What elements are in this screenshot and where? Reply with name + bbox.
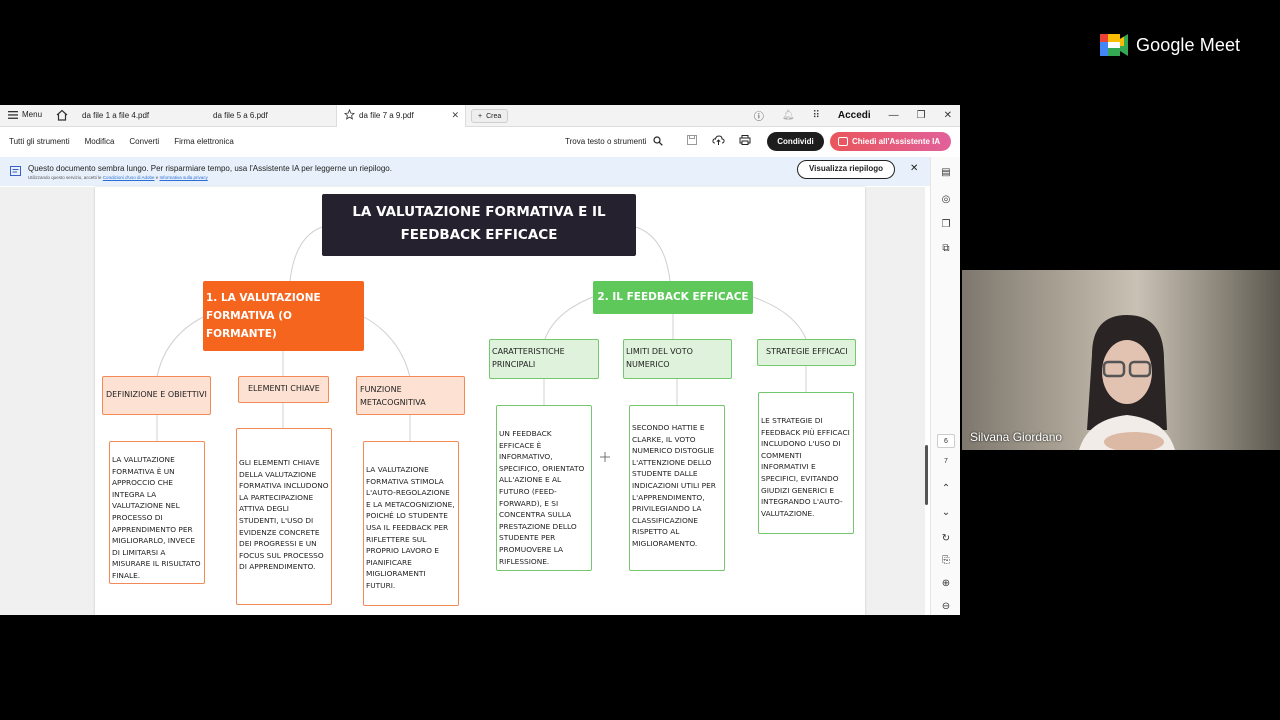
menu-button[interactable]: Menu bbox=[8, 110, 42, 119]
page-number-current[interactable]: 6 bbox=[937, 434, 955, 448]
tab-file-1-4[interactable]: da file 1 a file 4.pdf bbox=[74, 105, 202, 127]
google-meet-camera-icon bbox=[1100, 34, 1128, 56]
ai-summary-banner: Questo documento sembra lungo. Per rispa… bbox=[0, 157, 930, 186]
save-icon[interactable] bbox=[686, 134, 698, 146]
view-summary-button[interactable]: Visualizza riepilogo bbox=[797, 160, 895, 179]
edit-button[interactable]: Modifica bbox=[85, 137, 115, 146]
document-canvas: LA VALUTAZIONE FORMATIVA E IL FEEDBACK E… bbox=[0, 187, 925, 615]
esign-button[interactable]: Firma elettronica bbox=[174, 137, 234, 146]
acrobat-toolbar: Tutti gli strumenti Modifica Converti Fi… bbox=[0, 128, 960, 156]
cloud-upload-icon[interactable] bbox=[712, 134, 725, 146]
meet-screen: Google Meet Silvana Giordano Menu da fil… bbox=[0, 0, 1280, 720]
apps-grid-icon[interactable]: ⠿ bbox=[813, 110, 820, 121]
crosshair-cursor-icon bbox=[600, 452, 610, 462]
restore-icon[interactable]: ❐ bbox=[917, 110, 926, 121]
chevron-up-icon[interactable]: ⌃ bbox=[940, 483, 952, 495]
zoom-out-icon[interactable]: ⊖ bbox=[940, 601, 952, 613]
node-main-characteristics: CARATTERISTICHE PRINCIPALI bbox=[489, 339, 599, 379]
leaf-characteristics-text: UN FEEDBACK EFFICACE È INFORMATIVO, SPEC… bbox=[496, 405, 592, 571]
leaf-definition-text: LA VALUTAZIONE FORMATIVA È UN APPROCCIO … bbox=[109, 441, 205, 584]
window-controls: ⓘ 🔔︎ ⠿ Accedi — ❐ ✕ bbox=[754, 108, 952, 123]
close-window-icon[interactable]: ✕ bbox=[944, 110, 952, 121]
ai-assistant-icon bbox=[838, 137, 848, 146]
bookmark-icon[interactable]: ❐ bbox=[940, 219, 952, 231]
print-icon[interactable] bbox=[739, 134, 751, 146]
mindmap-title: LA VALUTAZIONE FORMATIVA E IL FEEDBACK E… bbox=[322, 194, 636, 256]
menu-label: Menu bbox=[22, 110, 43, 119]
rotate-icon[interactable]: ↻ bbox=[940, 533, 952, 545]
leaf-grade-limits-text: SECONDO HATTIE E CLARKE, IL VOTO NUMERIC… bbox=[629, 405, 725, 571]
tab-label: da file 5 a 6.pdf bbox=[213, 111, 268, 120]
pdf-page: LA VALUTAZIONE FORMATIVA E IL FEEDBACK E… bbox=[95, 187, 865, 615]
tab-label: da file 7 a 9.pdf bbox=[359, 111, 414, 120]
leaf-metacognitive-text: LA VALUTAZIONE FORMATIVA STIMOLA L'AUTO-… bbox=[363, 441, 459, 606]
sign-in-button[interactable]: Accedi bbox=[838, 110, 871, 121]
node-effective-strategies: STRATEGIE EFFICACI bbox=[757, 339, 856, 366]
participant-video bbox=[1079, 315, 1175, 450]
search-icon bbox=[652, 136, 663, 146]
right-sidebar: ▤ ◎ ❐ ⧉ 6 7 ⌃ ⌄ ↻ ⎘ ⊕ ⊖ bbox=[930, 157, 960, 615]
close-tab-icon[interactable]: ✕ bbox=[451, 110, 459, 121]
comment-icon[interactable]: ◎ bbox=[940, 194, 952, 206]
node-key-elements: ELEMENTI CHIAVE bbox=[238, 376, 329, 403]
convert-button[interactable]: Converti bbox=[129, 137, 159, 146]
node-numeric-grade-limits: LIMITI DEL VOTO NUMERICO bbox=[623, 339, 732, 379]
ai-summary-panel-icon[interactable]: ▤ bbox=[940, 167, 952, 179]
banner-terms: Utilizzando questo servizio, accetti le … bbox=[28, 175, 208, 180]
tab-label: da file 1 a file 4.pdf bbox=[82, 111, 150, 120]
participant-name: Silvana Giordano bbox=[970, 430, 1063, 444]
share-button[interactable]: Condividi bbox=[767, 132, 824, 151]
hamburger-icon bbox=[8, 110, 18, 119]
close-banner-icon[interactable]: ✕ bbox=[910, 163, 918, 174]
banner-terms-mid: e bbox=[155, 175, 159, 180]
node-definition-objectives: DEFINIZIONE E OBIETTIVI bbox=[102, 376, 211, 415]
help-icon[interactable]: ⓘ bbox=[754, 108, 764, 123]
chevron-down-icon[interactable]: ⌄ bbox=[940, 507, 952, 519]
fit-page-icon[interactable]: ⎘ bbox=[940, 555, 952, 567]
pages-icon[interactable]: ⧉ bbox=[940, 243, 952, 255]
acrobat-window: Menu da file 1 a file 4.pdf da file 5 a … bbox=[0, 105, 960, 615]
branch-effective-feedback: 2. IL FEEDBACK EFFICACE bbox=[593, 281, 753, 314]
all-tools-button[interactable]: Tutti gli strumenti bbox=[9, 137, 70, 146]
tab-file-5-6[interactable]: da file 5 a 6.pdf bbox=[205, 105, 333, 127]
participant-tile[interactable]: Silvana Giordano bbox=[962, 270, 1280, 450]
ai-assistant-label: Chiedi all'Assistente IA bbox=[852, 137, 941, 146]
branch-formative-assessment: 1. LA VALUTAZIONE FORMATIVA (O FORMANTE) bbox=[203, 281, 364, 351]
ai-assistant-button[interactable]: Chiedi all'Assistente IA bbox=[830, 132, 951, 151]
google-meet-logo: Google Meet bbox=[1100, 34, 1240, 56]
star-icon[interactable] bbox=[344, 109, 355, 120]
plus-icon: + bbox=[478, 112, 483, 120]
find-tools[interactable]: Trova testo o strumenti bbox=[565, 136, 663, 146]
minimize-icon[interactable]: — bbox=[889, 110, 899, 121]
bell-icon[interactable]: 🔔︎ bbox=[782, 110, 795, 121]
home-icon[interactable] bbox=[56, 109, 68, 121]
tab-file-7-9[interactable]: da file 7 a 9.pdf ✕ bbox=[336, 105, 466, 127]
new-tab-button[interactable]: + Crea bbox=[471, 109, 509, 123]
vertical-scrollbar[interactable] bbox=[925, 445, 928, 505]
document-summary-icon bbox=[10, 166, 21, 176]
terms-link[interactable]: Condizioni d'uso di Adobe bbox=[103, 175, 155, 180]
privacy-link[interactable]: Informativa sulla privacy bbox=[160, 175, 208, 180]
new-tab-label: Crea bbox=[486, 112, 502, 120]
node-metacognitive-function: FUNZIONE METACOGNITIVA bbox=[356, 376, 465, 415]
find-label: Trova testo o strumenti bbox=[565, 136, 647, 146]
banner-message: Questo documento sembra lungo. Per rispa… bbox=[28, 164, 392, 173]
page-number-next[interactable]: 7 bbox=[937, 455, 955, 469]
leaf-strategies-text: LE STRATEGIE DI FEEDBACK PIÙ EFFICACI IN… bbox=[758, 392, 854, 534]
google-meet-brand: Google Meet bbox=[1136, 34, 1241, 55]
tab-bar: Menu da file 1 a file 4.pdf da file 5 a … bbox=[0, 105, 960, 127]
banner-terms-prefix: Utilizzando questo servizio, accetti le bbox=[28, 175, 102, 180]
zoom-in-icon[interactable]: ⊕ bbox=[940, 578, 952, 590]
leaf-key-elements-text: GLI ELEMENTI CHIAVE DELLA VALUTAZIONE FO… bbox=[236, 428, 332, 605]
